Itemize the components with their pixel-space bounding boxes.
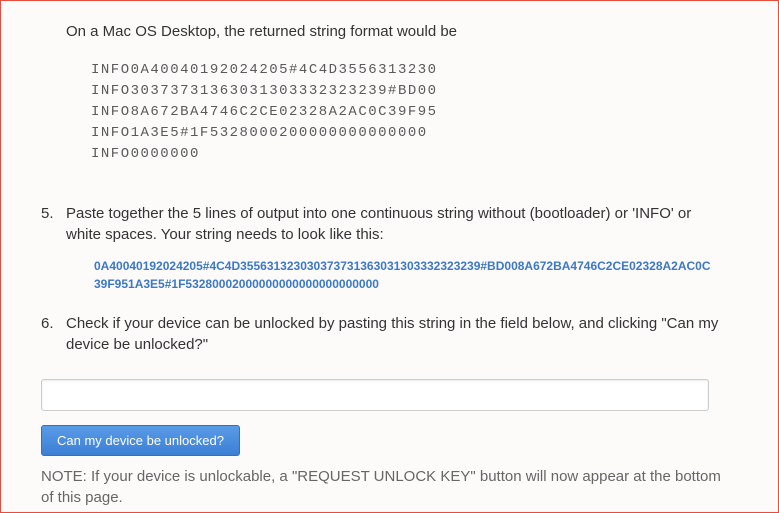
- code-block: INFO0A40040192024205#4C4D3556313230 INFO…: [91, 60, 723, 165]
- instruction-list: Paste together the 5 lines of output int…: [41, 203, 723, 355]
- unlock-string-input[interactable]: [41, 379, 709, 411]
- code-line: INFO0A40040192024205#4C4D3556313230: [91, 60, 723, 81]
- example-hex-string: 0A40040192024205#4C4D3556313230303737313…: [94, 257, 714, 293]
- step-5-text: Paste together the 5 lines of output int…: [66, 205, 691, 243]
- step-6-text: Check if your device can be unlocked by …: [66, 315, 718, 353]
- code-line: INFO30373731363031303332323239#BD00: [91, 81, 723, 102]
- step-6: Check if your device can be unlocked by …: [41, 313, 723, 355]
- step-5: Paste together the 5 lines of output int…: [41, 203, 723, 293]
- note-text: NOTE: If your device is unlockable, a "R…: [41, 466, 723, 508]
- intro-text: On a Mac OS Desktop, the returned string…: [66, 21, 723, 42]
- instruction-panel: On a Mac OS Desktop, the returned string…: [0, 0, 779, 513]
- check-unlock-button[interactable]: Can my device be unlocked?: [41, 425, 240, 456]
- code-line: INFO8A672BA4746C2CE02328A2AC0C39F95: [91, 102, 723, 123]
- code-line: INFO1A3E5#1F5328000200000000000000: [91, 123, 723, 144]
- code-line: INFO0000000: [91, 144, 723, 165]
